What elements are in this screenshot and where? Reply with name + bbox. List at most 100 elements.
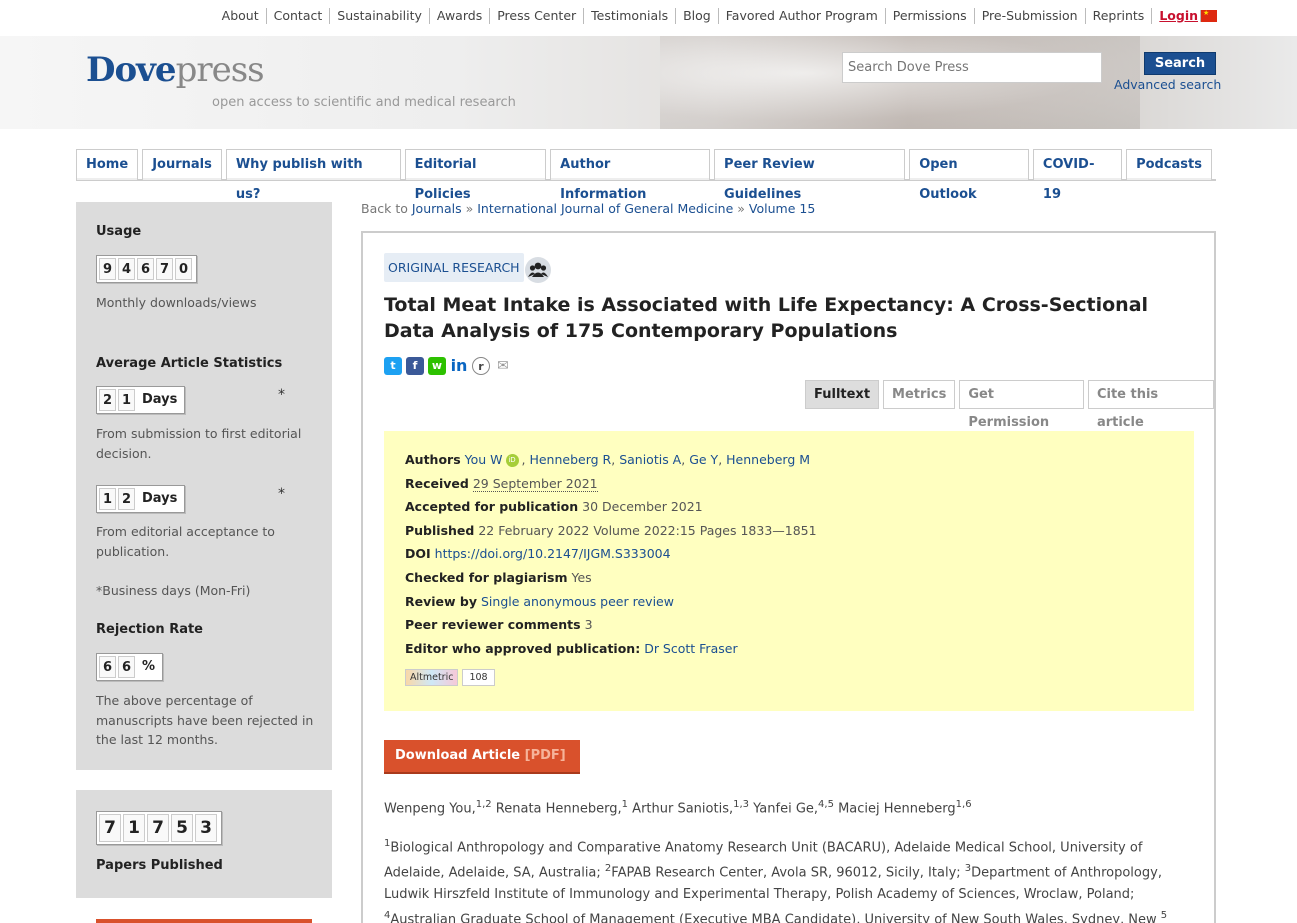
orcid-icon[interactable]: iD bbox=[505, 454, 519, 467]
top-links-bar: About Contact Sustainability Awards Pres… bbox=[0, 0, 1297, 34]
china-flag-icon[interactable] bbox=[1200, 9, 1217, 22]
author-link[interactable]: You W bbox=[465, 452, 503, 467]
received-row: Received 29 September 2021 bbox=[405, 475, 598, 492]
percent-unit: % bbox=[142, 659, 156, 674]
comments-row: Peer reviewer comments 3 bbox=[405, 617, 593, 633]
facebook-icon[interactable]: f bbox=[406, 357, 424, 375]
article-tabs: Fulltext Metrics Get Permission Cite thi… bbox=[801, 380, 1214, 430]
toplink-awards[interactable]: Awards bbox=[428, 8, 489, 24]
advanced-search-link[interactable]: Advanced search bbox=[1114, 77, 1221, 92]
author-link[interactable]: Saniotis A bbox=[619, 452, 681, 467]
nav-journals[interactable]: Journals bbox=[142, 149, 222, 180]
wechat-icon[interactable]: w bbox=[428, 357, 446, 375]
doi-link[interactable]: https://doi.org/10.2147/IJGM.S333004 bbox=[435, 546, 671, 561]
submission-caption: From submission to first editorial decis… bbox=[96, 426, 302, 461]
author-link[interactable]: Ge Y bbox=[689, 452, 718, 467]
digit: 2 bbox=[118, 488, 135, 510]
review-row: Review by Single anonymous peer review bbox=[405, 593, 674, 609]
tab-cite[interactable]: Cite this article bbox=[1087, 380, 1214, 430]
plagiarism-value: Yes bbox=[571, 569, 592, 585]
toplink-favored-author[interactable]: Favored Author Program bbox=[717, 8, 885, 24]
email-icon[interactable]: ✉ bbox=[494, 357, 512, 375]
toplink-testimonials[interactable]: Testimonials bbox=[583, 8, 675, 24]
nav-open-outlook[interactable]: Open Outlook bbox=[909, 149, 1029, 202]
asterisk: * bbox=[278, 387, 285, 403]
plagiarism-row: Checked for plagiarism Yes bbox=[405, 569, 592, 585]
papers-published-panel: 7 1 7 5 3 Papers Published bbox=[76, 790, 332, 898]
breadcrumb-volume[interactable]: Volume 15 bbox=[749, 201, 815, 216]
main-nav: Home Journals Why publish with us? Edito… bbox=[76, 149, 1216, 202]
linkedin-icon[interactable]: in bbox=[450, 357, 468, 375]
nav-podcasts[interactable]: Podcasts bbox=[1126, 149, 1212, 180]
digit: 6 bbox=[137, 258, 154, 280]
search-input[interactable] bbox=[842, 52, 1102, 83]
digit: 2 bbox=[99, 389, 116, 411]
tagline: open access to scientific and medical re… bbox=[212, 95, 516, 110]
toplink-sustainability[interactable]: Sustainability bbox=[329, 8, 429, 24]
asterisk: * bbox=[278, 486, 285, 502]
breadcrumb-journals[interactable]: Journals bbox=[412, 201, 462, 216]
header-banner: Dovepress open access to scientific and … bbox=[0, 36, 1297, 129]
received-date: 29 September 2021 bbox=[472, 475, 598, 492]
papers-counter: 7 1 7 5 3 bbox=[96, 811, 222, 845]
toplink-pre-submission[interactable]: Pre-Submission bbox=[973, 8, 1085, 24]
digit: 4 bbox=[118, 258, 135, 280]
rejection-rate-heading: Rejection Rate bbox=[96, 622, 204, 637]
toplink-reprints[interactable]: Reprints bbox=[1084, 8, 1152, 24]
article-type-badge: ORIGINAL RESEARCH bbox=[384, 253, 524, 282]
digit: 6 bbox=[99, 656, 116, 678]
business-days-note: *Business days (Mon-Fri) bbox=[96, 583, 251, 598]
search-button[interactable]: Search bbox=[1144, 52, 1216, 75]
tab-get-permission[interactable]: Get Permission bbox=[959, 380, 1084, 430]
altmetric-badge[interactable]: Altmetric 108 bbox=[405, 669, 1173, 687]
nav-home[interactable]: Home bbox=[76, 149, 139, 180]
breadcrumb-journal[interactable]: International Journal of General Medicin… bbox=[477, 201, 733, 216]
editor-row: Editor who approved publication: Dr Scot… bbox=[405, 640, 738, 656]
toplink-permissions[interactable]: Permissions bbox=[884, 8, 974, 24]
tab-metrics[interactable]: Metrics bbox=[883, 380, 956, 409]
share-bar: t f w in r ✉ bbox=[384, 357, 512, 375]
editor-link[interactable]: Dr Scott Fraser bbox=[644, 641, 737, 656]
author-link[interactable]: Henneberg M bbox=[726, 452, 810, 467]
sidebar-next-box bbox=[96, 919, 312, 923]
digit: 3 bbox=[195, 814, 217, 842]
tab-fulltext[interactable]: Fulltext bbox=[805, 380, 880, 409]
reddit-icon[interactable]: r bbox=[472, 357, 490, 375]
download-article-button[interactable]: Download Article [PDF] bbox=[384, 740, 580, 774]
acceptance-counter: 1 2 Days bbox=[96, 485, 186, 513]
comments-count: 3 bbox=[584, 617, 593, 633]
doi-row: DOI https://doi.org/10.2147/IJGM.S333004 bbox=[405, 546, 671, 562]
rejection-counter: 6 6 % bbox=[96, 653, 164, 681]
digit: 6 bbox=[118, 656, 135, 678]
twitter-icon[interactable]: t bbox=[384, 357, 402, 375]
days-unit: Days bbox=[142, 392, 178, 407]
nav-editorial-policies[interactable]: Editorial Policies bbox=[404, 149, 547, 202]
acceptance-caption: From editorial acceptance to publication… bbox=[96, 524, 275, 559]
dovepress-logo[interactable]: Dovepress bbox=[86, 50, 265, 90]
toplink-about[interactable]: About bbox=[215, 8, 266, 24]
rejection-caption: The above percentage of manuscripts have… bbox=[96, 693, 314, 747]
published-row: Published 22 February 2022 Volume 2022:1… bbox=[405, 522, 817, 538]
nav-peer-review-guidelines[interactable]: Peer Review Guidelines bbox=[714, 149, 906, 202]
login-link[interactable]: Login bbox=[1151, 8, 1205, 24]
authors-row: Authors You WiD, Henneberg R, Saniotis A… bbox=[405, 452, 811, 467]
usage-heading: Usage bbox=[96, 224, 142, 239]
toplink-press-center[interactable]: Press Center bbox=[489, 8, 583, 24]
accepted-date: 30 December 2021 bbox=[582, 499, 703, 515]
nav-why-publish[interactable]: Why publish with us? bbox=[225, 149, 401, 202]
affiliations: 1Biological Anthropology and Comparative… bbox=[384, 838, 1168, 923]
digit: 7 bbox=[156, 258, 173, 280]
group-authors-icon bbox=[525, 257, 551, 283]
altmetric-score: 108 bbox=[462, 669, 495, 687]
article-panel: ORIGINAL RESEARCH Total Meat Intake is A… bbox=[361, 231, 1216, 923]
toplink-blog[interactable]: Blog bbox=[675, 8, 718, 24]
nav-covid-19[interactable]: COVID-19 bbox=[1032, 149, 1123, 202]
author-link[interactable]: Henneberg R bbox=[529, 452, 611, 467]
nav-author-information[interactable]: Author Information bbox=[550, 149, 711, 202]
avg-stats-heading: Average Article Statistics bbox=[96, 356, 283, 371]
digit: 9 bbox=[99, 258, 116, 280]
digit: 7 bbox=[99, 814, 121, 842]
review-type-link[interactable]: Single anonymous peer review bbox=[481, 594, 674, 609]
toplink-contact[interactable]: Contact bbox=[265, 8, 330, 24]
breadcrumb: Back to Journals » International Journal… bbox=[361, 201, 816, 216]
